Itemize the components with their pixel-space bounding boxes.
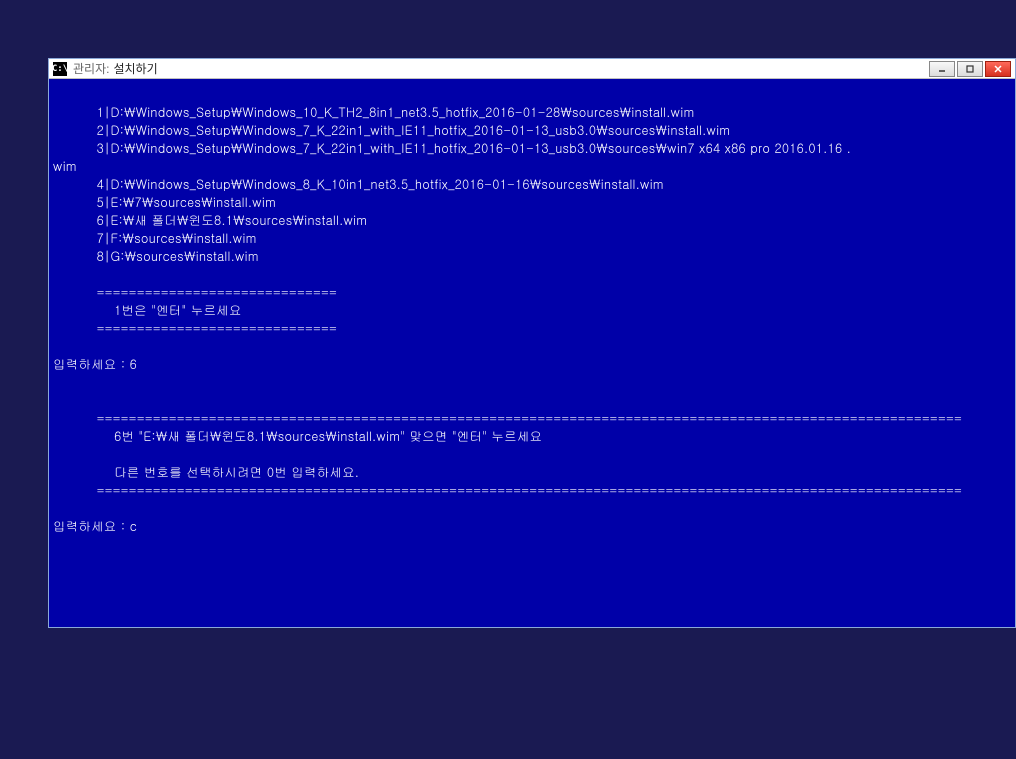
title-prefix: 관리자: <box>73 60 109 77</box>
titlebar[interactable]: C:\ 관리자: 설치하기 <box>49 59 1015 79</box>
cmd-icon: C:\ <box>53 62 67 76</box>
close-icon <box>993 64 1003 74</box>
close-button[interactable] <box>985 61 1011 77</box>
minimize-icon <box>937 64 947 74</box>
title-main: 설치하기 <box>113 60 157 77</box>
console-window: C:\ 관리자: 설치하기 1|D:\Wi <box>48 58 1016 628</box>
maximize-button[interactable] <box>957 61 983 77</box>
minimize-button[interactable] <box>929 61 955 77</box>
console-output[interactable]: 1|D:\Windows_Setup\Windows_10_K_TH2_8in1… <box>49 79 1015 627</box>
maximize-icon <box>965 64 975 74</box>
window-controls <box>929 61 1011 77</box>
